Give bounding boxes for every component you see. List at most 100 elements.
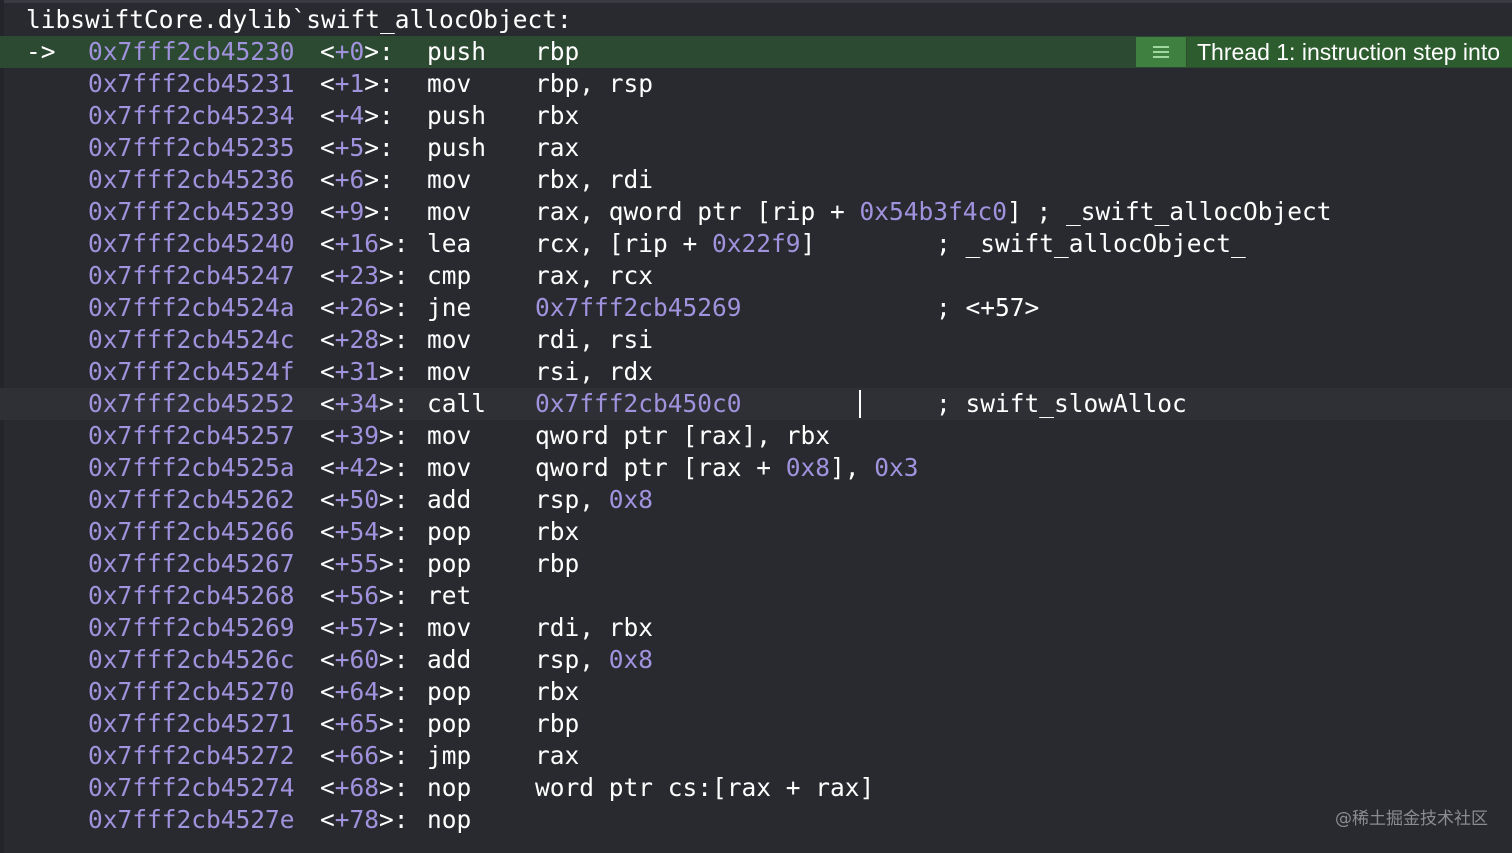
instruction-row[interactable]: 0x7fff2cb4524f <+31>: mov rsi, rdx (0, 356, 1512, 388)
thread-status-badge[interactable]: Thread 1: instruction step into (1136, 37, 1512, 67)
instruction-offset: <+64>: (320, 676, 409, 708)
offset-value: +64 (334, 677, 380, 706)
instruction-operands: rbp (535, 548, 579, 580)
operand-text: rax (535, 741, 580, 770)
instruction-mnemonic: mov (427, 613, 472, 642)
instruction-offset: <+50>: (320, 484, 409, 516)
instruction-row[interactable]: 0x7fff2cb4526c <+60>: add rsp, 0x8 (0, 644, 1512, 676)
instruction-mnemonic: mov (427, 165, 472, 194)
instruction-operands: rbx, rdi (535, 164, 653, 196)
instruction-offset: <+34>: (320, 388, 409, 420)
instruction-mnemonic: jmp (427, 741, 472, 770)
instruction-address: 0x7fff2cb45235 (88, 133, 295, 162)
offset-open: < (320, 261, 335, 290)
offset-value: +66 (334, 741, 380, 770)
instruction-row[interactable]: 0x7fff2cb45262 <+50>: add rsp, 0x8 (0, 484, 1512, 516)
offset-open: < (320, 389, 335, 418)
instruction-row[interactable]: 0x7fff2cb45231 <+1>: mov rbp, rsp (0, 68, 1512, 100)
instruction-mnemonic: pop (427, 517, 472, 546)
instruction-row[interactable]: 0x7fff2cb45271 <+65>: pop rbp (0, 708, 1512, 740)
offset-open: < (320, 645, 335, 674)
offset-open: < (320, 133, 335, 162)
offset-close: >: (379, 709, 409, 738)
instruction-address: 0x7fff2cb45272 (88, 741, 295, 770)
instruction-address: 0x7fff2cb45262 (88, 485, 295, 514)
instruction-address: 0x7fff2cb4524a (88, 293, 295, 322)
offset-open: < (320, 677, 335, 706)
instruction-row[interactable]: 0x7fff2cb45266 <+54>: pop rbx (0, 516, 1512, 548)
instruction-row[interactable]: 0x7fff2cb45239 <+9>: mov rax, qword ptr [ri… (0, 196, 1512, 228)
instruction-row[interactable]: 0x7fff2cb45234 <+4>: push rbx (0, 100, 1512, 132)
operand-number: 0x7fff2cb45269 (535, 293, 742, 322)
instruction-row[interactable]: 0x7fff2cb45257 <+39>: mov qword ptr [rax], … (0, 420, 1512, 452)
operand-text: qword ptr [rax], rbx (535, 421, 831, 450)
instruction-mnemonic: call (427, 389, 487, 418)
instruction-row[interactable]: 0x7fff2cb45240 <+16>: lea rcx, [rip + 0x22f… (0, 228, 1512, 260)
operand-text: rsp, (535, 645, 609, 674)
instruction-address: 0x7fff2cb45266 (88, 517, 295, 546)
offset-close: >: (379, 325, 409, 354)
instruction-address: 0x7fff2cb45236 (88, 165, 295, 194)
instruction-row[interactable]: 0x7fff2cb45272 <+66>: jmp rax (0, 740, 1512, 772)
operand-text: rax (535, 133, 580, 162)
offset-open: < (320, 37, 335, 66)
instruction-row[interactable]: 0x7fff2cb45247 <+23>: cmp rax, rcx (0, 260, 1512, 292)
instruction-row[interactable]: 0x7fff2cb4524c <+28>: mov rdi, rsi (0, 324, 1512, 356)
instruction-address: 0x7fff2cb4524f (88, 357, 295, 386)
instruction-offset: <+26>: (320, 292, 409, 324)
offset-open: < (320, 709, 335, 738)
operand-text: rbp (535, 709, 580, 738)
instruction-operands: qword ptr [rax + 0x8], 0x3 (535, 452, 919, 484)
instruction-mnemonic: pop (427, 549, 472, 578)
instruction-row[interactable]: 0x7fff2cb45270 <+64>: pop rbx (0, 676, 1512, 708)
instruction-address: 0x7fff2cb45231 (88, 69, 295, 98)
instruction-mnemonic: add (427, 485, 472, 514)
instruction-offset: <+57>: (320, 612, 409, 644)
offset-close: >: (364, 133, 394, 162)
instruction-mnemonic: pop (427, 709, 472, 738)
offset-value: +57 (334, 613, 380, 642)
operand-text: rbx (535, 517, 580, 546)
instruction-operands: rax (535, 132, 579, 164)
instruction-row[interactable]: 0x7fff2cb45269 <+57>: mov rdi, rbx (0, 612, 1512, 644)
instruction-row[interactable]: 0x7fff2cb45236 <+6>: mov rbx, rdi (0, 164, 1512, 196)
offset-open: < (320, 197, 335, 226)
offset-close: >: (364, 69, 394, 98)
instruction-address: 0x7fff2cb45274 (88, 773, 295, 802)
offset-open: < (320, 69, 335, 98)
instruction-address: 0x7fff2cb45271 (88, 709, 295, 738)
instruction-operands: word ptr cs:[rax + rax] (535, 772, 874, 804)
instruction-offset: <+16>: (320, 228, 409, 260)
operand-text: rdi, rsi (535, 325, 654, 354)
instruction-mnemonic: mov (427, 69, 472, 98)
disassembly-view[interactable]: libswiftCore.dylib`swift_allocObject: ->… (0, 0, 1512, 853)
instruction-row[interactable]: 0x7fff2cb4527e <+78>: nop (0, 804, 1512, 836)
instruction-address: 0x7fff2cb4527e (88, 805, 295, 834)
badge-icon-box[interactable] (1136, 37, 1187, 67)
operand-text: rbp (535, 549, 580, 578)
instruction-row[interactable]: 0x7fff2cb4525a <+42>: mov qword ptr [rax + … (0, 452, 1512, 484)
instruction-mnemonic: lea (427, 229, 472, 258)
instruction-mnemonic: ret (427, 581, 472, 610)
offset-open: < (320, 581, 335, 610)
instruction-row[interactable]: 0x7fff2cb45274 <+68>: nop word ptr cs:[rax … (0, 772, 1512, 804)
instruction-address: 0x7fff2cb45270 (88, 677, 295, 706)
instruction-offset: <+42>: (320, 452, 409, 484)
instruction-offset: <+60>: (320, 644, 409, 676)
instruction-row[interactable]: 0x7fff2cb45267 <+55>: pop rbp (0, 548, 1512, 580)
instruction-row[interactable]: 0x7fff2cb45252 <+34>: call 0x7fff2cb450c0 ; … (0, 388, 1512, 420)
instruction-row[interactable]: 0x7fff2cb4524a <+26>: jne 0x7fff2cb45269 ; <… (0, 292, 1512, 324)
instruction-mnemonic: mov (427, 421, 472, 450)
offset-value: +78 (334, 805, 380, 834)
instruction-row[interactable]: 0x7fff2cb45268 <+56>: ret (0, 580, 1512, 612)
instruction-offset: <+31>: (320, 356, 409, 388)
operand-text: rbx (535, 677, 580, 706)
offset-value: +56 (334, 581, 380, 610)
offset-close: >: (379, 421, 409, 450)
instruction-row[interactable]: 0x7fff2cb45235 <+5>: push rax (0, 132, 1512, 164)
operand-text: rbp, rsp (535, 69, 654, 98)
offset-value: +28 (334, 325, 380, 354)
instruction-offset: <+0>: (320, 36, 394, 68)
offset-open: < (320, 357, 335, 386)
instruction-row[interactable]: -> 0x7fff2cb45230 <+0>: push rbp Thread 1: in… (0, 36, 1512, 68)
